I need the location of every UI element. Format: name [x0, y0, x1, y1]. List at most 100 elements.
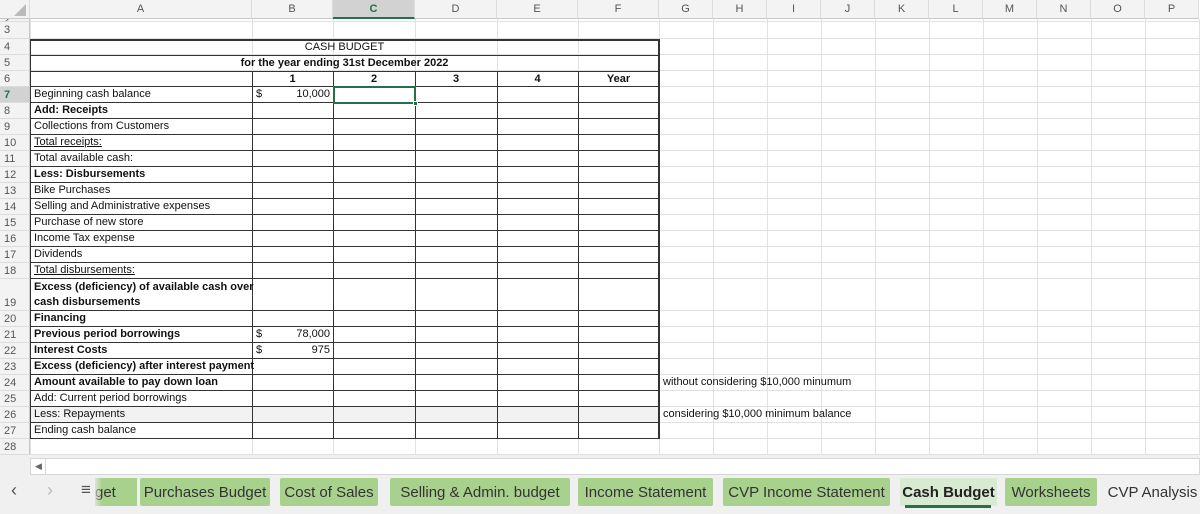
row-label[interactable]: Income Tax expense — [31, 231, 251, 247]
row-label[interactable]: Add: Current period borrowings — [31, 391, 251, 407]
row-label[interactable]: Dividends — [31, 247, 251, 263]
horizontal-scrollbar[interactable] — [30, 458, 1200, 475]
row-label[interactable]: Previous period borrowings — [31, 327, 251, 343]
sheet-tab-cvp-analysis[interactable]: CVP Analysis — [1105, 478, 1200, 506]
sheet-tab-cost-of-sales[interactable]: Cost of Sales — [280, 478, 378, 506]
row-label[interactable]: Interest Costs — [31, 343, 251, 359]
column-header-b[interactable]: B — [252, 0, 333, 19]
row-label[interactable]: Add: Receipts — [31, 103, 251, 119]
column-header-i[interactable]: I — [767, 0, 821, 19]
row-label[interactable]: Excess (deficiency) of available cash ov… — [31, 279, 254, 311]
row-label[interactable]: Less: Repayments — [31, 407, 251, 423]
row-header-27[interactable]: 27 — [0, 423, 30, 439]
row-header-20[interactable]: 20 — [0, 311, 30, 327]
row-label-text: Beginning cash balance — [34, 88, 151, 100]
budget-title: CASH BUDGET — [304, 41, 385, 53]
select-all-triangle-icon — [14, 4, 26, 16]
row-label-text: Interest Costs — [34, 344, 108, 356]
row-label[interactable]: Beginning cash balance — [31, 87, 251, 103]
row-label-text: Add: Current period borrowings — [34, 392, 187, 404]
row-header-10[interactable]: 10 — [0, 135, 30, 151]
column-header-h[interactable]: H — [713, 0, 767, 19]
row-label[interactable]: Collections from Customers — [31, 119, 251, 135]
column-header-n[interactable]: N — [1037, 0, 1091, 19]
row-label[interactable]: Amount available to pay down loan — [31, 375, 251, 391]
row-label[interactable]: Total receipts: — [31, 135, 251, 151]
next-sheet-icon[interactable]: › — [40, 480, 60, 501]
row-header-4[interactable]: 4 — [0, 39, 30, 55]
column-header-m[interactable]: M — [983, 0, 1037, 19]
row-header-26[interactable]: 26 — [0, 407, 30, 423]
row-header-9[interactable]: 9 — [0, 119, 30, 135]
column-header-l[interactable]: L — [929, 0, 983, 19]
amount-value[interactable]: 78,000 — [252, 327, 333, 343]
row-label-text: Excess (deficiency) after interest payme… — [34, 360, 255, 372]
sheet-tab-cvp-income-statement[interactable]: CVP Income Statement — [723, 478, 890, 506]
row-label[interactable]: Ending cash balance — [31, 423, 251, 439]
sheet-tab-worksheets[interactable]: Worksheets — [1005, 478, 1097, 506]
column-header-p[interactable]: P — [1145, 0, 1199, 19]
sheet-tab-purchases-budget[interactable]: Purchases Budget — [140, 478, 270, 506]
column-header-c[interactable]: C — [333, 0, 415, 19]
row-header-14[interactable]: 14 — [0, 199, 30, 215]
sheet-tab-cash-budget[interactable]: Cash Budget — [900, 478, 997, 506]
row-header-28[interactable]: 28 — [0, 439, 30, 455]
fill-handle[interactable] — [413, 101, 418, 106]
row-header-25[interactable]: 25 — [0, 391, 30, 407]
row-label-text: Selling and Administrative expenses — [34, 200, 211, 212]
row-label-text: Financing — [34, 312, 86, 324]
row-header-24[interactable]: 24 — [0, 375, 30, 391]
active-tab-underline — [905, 505, 991, 508]
column-header-f[interactable]: F — [578, 0, 659, 19]
row-header-23[interactable]: 23 — [0, 359, 30, 375]
column-header-o[interactable]: O — [1091, 0, 1145, 19]
row-header-8[interactable]: 8 — [0, 103, 30, 119]
column-header-d[interactable]: D — [415, 0, 497, 19]
row-label-text: Excess (deficiency) of available cash ov… — [34, 281, 254, 293]
row-label[interactable]: Total disbursements: — [31, 263, 251, 279]
row-label[interactable]: Purchase of new store — [31, 215, 251, 231]
row-label-text: Total receipts: — [34, 136, 102, 148]
scroll-left-icon[interactable]: ◀ — [32, 459, 46, 474]
row-header-15[interactable]: 15 — [0, 215, 30, 231]
sheet-tab-income-statement[interactable]: Income Statement — [578, 478, 713, 506]
row-header-6[interactable]: 6 — [0, 71, 30, 87]
amount-value[interactable]: 975 — [252, 343, 333, 359]
row-header-11[interactable]: 11 — [0, 151, 30, 167]
row-header-3[interactable]: 3 — [0, 22, 30, 39]
row-header-5[interactable]: 5 — [0, 55, 30, 71]
row-label[interactable]: Financing — [31, 311, 251, 327]
column-header-k[interactable]: K — [875, 0, 929, 19]
column-header-g[interactable]: G — [659, 0, 713, 19]
column-header-a[interactable]: A — [30, 0, 252, 19]
row-label[interactable]: Selling and Administrative expenses — [31, 199, 251, 215]
row-header-13[interactable]: 13 — [0, 183, 30, 199]
row-label-text: Collections from Customers — [34, 120, 170, 132]
prev-sheet-icon[interactable]: ‹ — [4, 480, 24, 501]
row-label[interactable]: Less: Disbursements — [31, 167, 251, 183]
row-header-17[interactable]: 17 — [0, 247, 30, 263]
row-header-7[interactable]: 7 — [0, 87, 30, 103]
row-header-22[interactable]: 22 — [0, 343, 30, 359]
row-header-18[interactable]: 18 — [0, 263, 30, 279]
column-header-e[interactable]: E — [497, 0, 578, 19]
row-header-21[interactable]: 21 — [0, 327, 30, 343]
row-label-text: Total available cash: — [34, 152, 134, 164]
column-header-j[interactable]: J — [821, 0, 875, 19]
row-label-text: Income Tax expense — [34, 232, 135, 244]
note-text[interactable]: considering $10,000 minimum balance — [660, 407, 910, 423]
note-text[interactable]: without considering $10,000 minumum — [660, 375, 910, 391]
sheet-tab-selling-admin-budget[interactable]: Selling & Admin. budget — [390, 478, 570, 506]
row-label[interactable]: Excess (deficiency) after interest payme… — [31, 359, 255, 375]
row-label-text: Less: Disbursements — [34, 168, 146, 180]
selected-cell-c7[interactable] — [333, 86, 416, 104]
row-header-19[interactable]: 19 — [0, 279, 30, 311]
row-header-16[interactable]: 16 — [0, 231, 30, 247]
row-label[interactable]: Total available cash: — [31, 151, 251, 167]
table-border — [497, 71, 498, 439]
amount-value[interactable]: 10,000 — [252, 87, 333, 103]
row-header-12[interactable]: 12 — [0, 167, 30, 183]
row-label-text-line2: cash disbursements — [34, 296, 141, 308]
row-label[interactable]: Bike Purchases — [31, 183, 251, 199]
period-header-4: 4 — [534, 73, 541, 85]
